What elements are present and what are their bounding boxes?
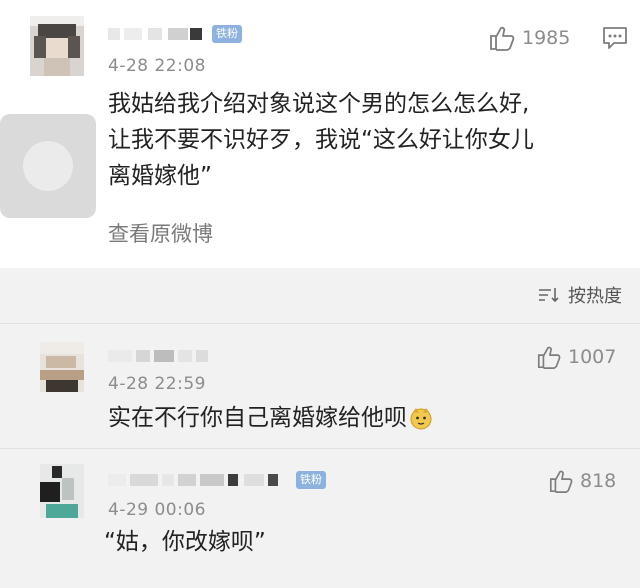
thumbs-up-icon: [549, 470, 573, 493]
like-count: 1985: [522, 27, 571, 49]
image-thumbnail[interactable]: [0, 114, 96, 218]
reply-text: “姑，你改嫁呗”: [104, 529, 266, 555]
like-count: 1007: [568, 346, 617, 368]
divider: [0, 448, 640, 449]
thumbnail-circle: [23, 141, 73, 191]
fan-badge: 铁粉: [296, 471, 326, 489]
doge-emoji-icon: [410, 408, 432, 430]
main-comment-card: 铁粉 4-28 22:08 1985 我姑给我介绍对象说这个男的怎么怎么好, 让…: [0, 0, 640, 268]
like-count: 818: [580, 470, 617, 492]
username-blurred[interactable]: [108, 470, 292, 490]
reply-time: 4-28 22:59: [108, 374, 206, 394]
replies-list: 4-28 22:59 1007 实在不行你自己离婚嫁给他呗 铁粉 4-29 00…: [0, 324, 640, 588]
view-original-link[interactable]: 查看原微博: [108, 218, 213, 248]
sort-bar: 按热度: [0, 268, 640, 324]
comment-line: 让我不要不识好歹，我说“这么好让你女儿: [108, 127, 534, 153]
avatar[interactable]: [30, 16, 84, 76]
like-button[interactable]: 1985: [488, 24, 570, 52]
reply-time: 4-29 00:06: [108, 500, 206, 520]
reply-text: 实在不行你自己离婚嫁给他呗: [108, 400, 433, 436]
comment-text: 我姑给我介绍对象说这个男的怎么怎么好, 让我不要不识好歹，我说“这么好让你女儿 …: [108, 86, 534, 194]
fan-badge: 铁粉: [212, 25, 242, 43]
comment-icon[interactable]: [602, 26, 628, 50]
avatar[interactable]: [40, 464, 84, 518]
username-blurred[interactable]: [108, 24, 208, 44]
thumbs-up-icon: [537, 346, 561, 369]
avatar[interactable]: [40, 342, 84, 392]
thumbs-up-icon: [490, 26, 515, 51]
username-blurred[interactable]: [108, 346, 214, 366]
like-button[interactable]: 818: [548, 468, 616, 494]
sort-label: 按热度: [568, 286, 622, 307]
comment-time: 4-28 22:08: [108, 56, 206, 76]
like-button[interactable]: 1007: [536, 344, 616, 370]
comment-line: 我姑给我介绍对象说这个男的怎么怎么好,: [108, 91, 530, 117]
sort-by-hot[interactable]: 按热度: [538, 282, 622, 308]
comment-line: 离婚嫁他”: [108, 163, 212, 189]
sort-icon: [539, 288, 559, 303]
reply-line: 实在不行你自己离婚嫁给他呗: [108, 405, 407, 431]
